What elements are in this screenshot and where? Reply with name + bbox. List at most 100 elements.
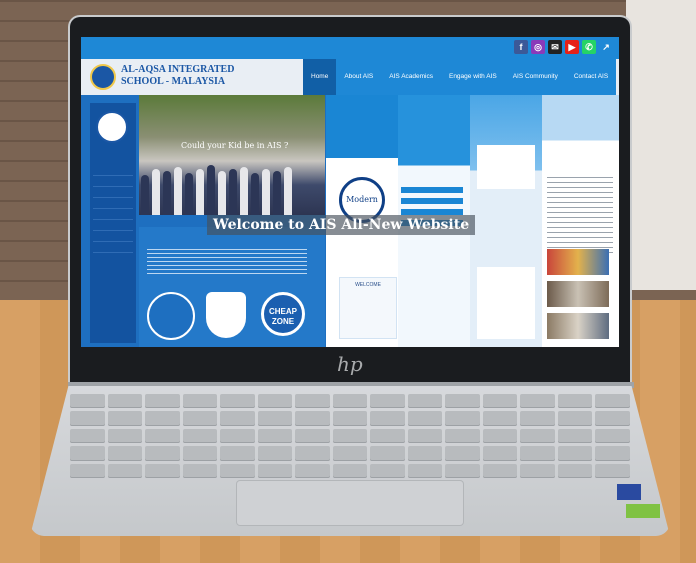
keyboard-key bbox=[482, 394, 518, 409]
keyboard-key bbox=[182, 411, 218, 426]
whatsapp-icon[interactable]: ✆ bbox=[582, 40, 596, 54]
nav-home[interactable]: Home bbox=[303, 59, 337, 95]
window-background bbox=[626, 0, 696, 290]
keyboard-key bbox=[257, 446, 293, 461]
keyboard-key bbox=[295, 446, 330, 461]
email-icon[interactable]: ✉ bbox=[548, 40, 562, 54]
keyboard-key bbox=[257, 428, 293, 444]
keyboard-key bbox=[557, 446, 593, 461]
keyboard-key bbox=[370, 394, 405, 409]
sidebar-item[interactable] bbox=[93, 209, 133, 220]
keyboard-key bbox=[407, 446, 443, 461]
keyboard-key bbox=[257, 463, 293, 478]
social-icons: f ◎ ✉ ▶ ✆ ↗ bbox=[514, 40, 613, 54]
about-text-lines bbox=[147, 249, 307, 277]
instagram-icon[interactable]: ◎ bbox=[531, 40, 545, 54]
keyboard-key bbox=[107, 411, 143, 426]
keyboard-key bbox=[482, 446, 518, 461]
nvidia-sticker bbox=[626, 504, 660, 518]
hero-caption: Could your Kid be in AIS ? bbox=[181, 141, 289, 150]
keyboard-key bbox=[332, 394, 368, 409]
keyboard-key bbox=[520, 428, 555, 444]
keyboard-key bbox=[557, 411, 593, 426]
card bbox=[477, 267, 535, 339]
sidebar-menu bbox=[93, 165, 133, 253]
school-name-line1: AL-AQSA INTEGRATED bbox=[121, 64, 235, 75]
keyboard-key bbox=[482, 411, 518, 426]
school-logo-icon[interactable] bbox=[90, 64, 116, 90]
facebook-icon[interactable]: f bbox=[514, 40, 528, 54]
keyboard-key bbox=[70, 411, 105, 426]
youtube-icon[interactable]: ▶ bbox=[565, 40, 579, 54]
keyboard-key bbox=[70, 446, 105, 461]
keyboard-key bbox=[145, 394, 180, 409]
students-group bbox=[141, 157, 321, 215]
link-icon[interactable]: ↗ bbox=[599, 40, 613, 54]
keyboard-key bbox=[145, 446, 180, 461]
keyboard-key bbox=[182, 446, 218, 461]
keyboard-key bbox=[595, 463, 630, 478]
sidebar-item[interactable] bbox=[93, 220, 133, 231]
school-name-line2: SCHOOL - MALAYSIA bbox=[121, 76, 226, 87]
doodle-text: WELCOME bbox=[355, 282, 381, 288]
nav-about[interactable]: About AIS bbox=[336, 59, 382, 95]
keyboard-key bbox=[182, 394, 218, 409]
keyboard-key bbox=[295, 411, 330, 426]
sidebar-item[interactable] bbox=[93, 198, 133, 209]
keyboard-key bbox=[220, 446, 255, 461]
keyboard-key bbox=[295, 463, 330, 478]
keyboard-key bbox=[520, 463, 555, 478]
touchpad bbox=[236, 480, 464, 526]
keyboard-key bbox=[370, 463, 405, 478]
keyboard-key bbox=[295, 428, 330, 444]
keyboard-key bbox=[220, 428, 255, 444]
mosaic-emblem-icon bbox=[147, 292, 195, 340]
keyboard-key bbox=[107, 446, 143, 461]
keyboard-key bbox=[220, 394, 255, 409]
keyboard-key bbox=[595, 446, 630, 461]
sidebar-item[interactable] bbox=[93, 165, 133, 176]
keyboard-key bbox=[332, 411, 368, 426]
keyboard-key bbox=[482, 463, 518, 478]
keyboard-key bbox=[182, 428, 218, 444]
hp-logo: hp bbox=[337, 352, 363, 376]
nav-community[interactable]: AIS Community bbox=[504, 59, 566, 95]
keyboard-key bbox=[332, 428, 368, 444]
school-name[interactable]: AL-AQSA INTEGRATED SCHOOL - MALAYSIA bbox=[121, 64, 234, 88]
keyboard-key bbox=[520, 411, 555, 426]
sidebar-item[interactable] bbox=[93, 187, 133, 198]
keyboard-key bbox=[557, 428, 593, 444]
nav-engage[interactable]: Engage with AIS bbox=[440, 59, 505, 95]
sidebar bbox=[90, 103, 136, 343]
laptop-screen: f ◎ ✉ ▶ ✆ ↗ AL-AQSA INTEGRATED SCHOOL - … bbox=[81, 37, 619, 347]
keyboard-key bbox=[407, 428, 443, 444]
keyboard-key bbox=[595, 411, 630, 426]
keyboard-key bbox=[445, 411, 480, 426]
keyboard-key bbox=[295, 394, 330, 409]
welcome-banner: Welcome to AIS All-New Website bbox=[207, 215, 476, 235]
nav-contact[interactable]: Contact AIS bbox=[565, 59, 617, 95]
sidebar-item[interactable] bbox=[93, 176, 133, 187]
sidebar-item[interactable] bbox=[93, 242, 133, 253]
keyboard-key bbox=[595, 394, 630, 409]
keyboard-key bbox=[70, 428, 105, 444]
keyboard-key bbox=[332, 463, 368, 478]
keyboard-key bbox=[332, 446, 368, 461]
classroom-thumb bbox=[547, 281, 609, 307]
keyboard-key bbox=[370, 411, 405, 426]
keyboard-key bbox=[107, 463, 143, 478]
website-top-bar: f ◎ ✉ ▶ ✆ ↗ bbox=[81, 37, 619, 59]
nav-academics[interactable]: AIS Academics bbox=[381, 59, 441, 95]
keyboard-key bbox=[70, 463, 105, 478]
sidebar-item[interactable] bbox=[93, 231, 133, 242]
keyboard-key bbox=[445, 446, 480, 461]
keyboard-key bbox=[145, 428, 180, 444]
keyboard-key bbox=[370, 428, 405, 444]
keyboard-key bbox=[407, 394, 443, 409]
keyboard-key bbox=[482, 428, 518, 444]
classroom-thumb bbox=[547, 249, 609, 275]
keyboard bbox=[70, 394, 630, 478]
keyboard-key bbox=[520, 394, 555, 409]
keyboard-key bbox=[145, 463, 180, 478]
cheap-zone-badge: CHEAP ZONE bbox=[261, 292, 305, 336]
